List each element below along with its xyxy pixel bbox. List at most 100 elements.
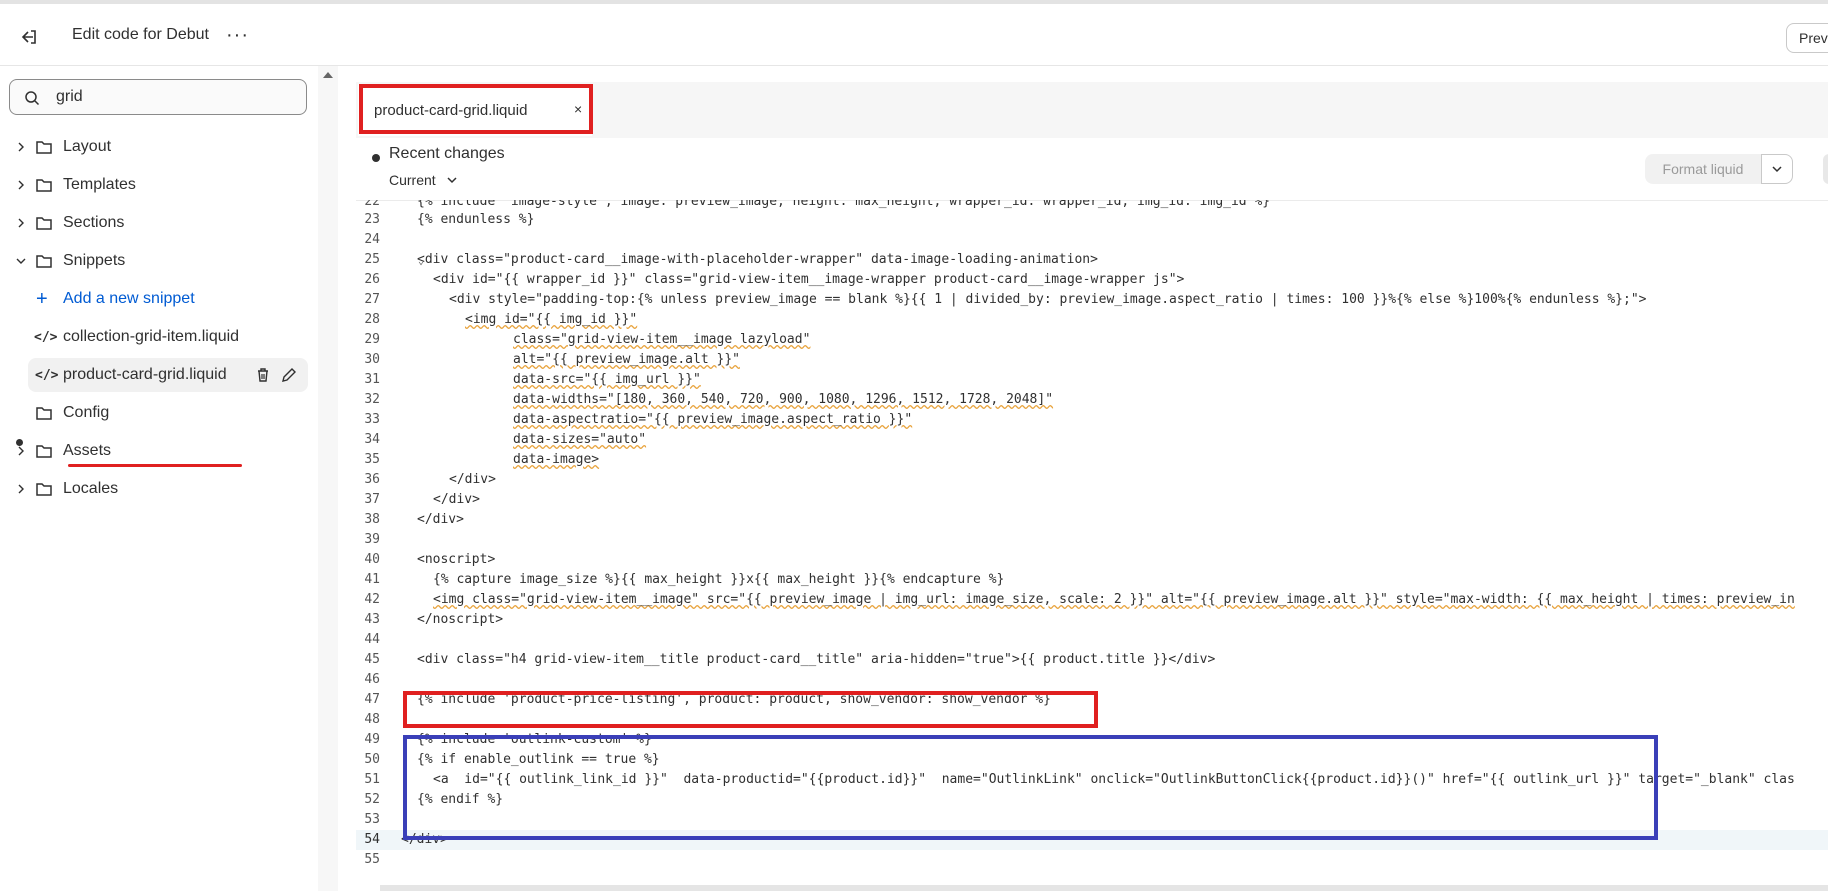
page-title: Edit code for Debut — [72, 26, 209, 43]
code-text: data-widths="[180, 360, 540, 720, 900, 1… — [513, 392, 1054, 407]
chevron-down-icon — [1772, 166, 1782, 173]
folder-icon — [36, 483, 52, 496]
chevron-right-icon — [18, 142, 24, 152]
code-file-icon: </> — [34, 329, 58, 345]
folder-config[interactable]: Config — [0, 396, 318, 430]
code-file-icon: </> — [35, 367, 59, 383]
code-text: </div> — [401, 832, 448, 847]
folder-templates[interactable]: Templates — [0, 168, 318, 202]
code-text: {% include 'outlink-custom' %} — [417, 732, 652, 747]
code-line: 33 data-aspectratio="{{ preview_image.asp… — [356, 410, 1828, 430]
code-text: <div class="h4 grid-view-item__title pro… — [417, 652, 1216, 667]
code-line: 32 data-widths="[180, 360, 540, 720, 900,… — [356, 390, 1828, 410]
code-line: 40 <noscript> — [356, 550, 1828, 570]
code-line: 30 alt="{{ preview_image.alt }}" — [356, 350, 1828, 370]
add-snippet-link[interactable]: + Add a new snippet — [0, 282, 318, 316]
top-bar: Edit code for Debut ··· Prev — [0, 0, 1828, 66]
code-line: 48 — [364, 712, 380, 727]
recent-changes-label: Recent changes — [389, 145, 505, 162]
preview-button[interactable]: Prev — [1786, 23, 1828, 53]
exit-icon — [21, 30, 36, 44]
folder-label: Templates — [63, 176, 136, 193]
side-panel-tab[interactable] — [1823, 154, 1828, 184]
file-sidebar: Layout Templates Sections Snippets + Add… — [0, 66, 319, 891]
code-text: {% include 'product-price-listing', prod… — [417, 692, 1051, 707]
chevron-right-icon — [18, 446, 24, 456]
code-line: 26 <div id="{{ wrapper_id }}" class="grid… — [356, 270, 1828, 290]
code-line: 44 — [364, 632, 380, 647]
code-text: <noscript> — [417, 552, 496, 567]
code-text: </div> — [417, 512, 464, 527]
code-text: {% capture image_size %}{{ max_height }}… — [433, 572, 1005, 587]
folder-icon — [36, 407, 52, 420]
code-text: <a id="{{ outlink_link_id }}" data-produ… — [433, 772, 1795, 787]
search-field[interactable] — [9, 79, 307, 115]
format-liquid-button[interactable]: Format liquid — [1645, 154, 1761, 184]
plus-icon: + — [36, 287, 48, 310]
code-text: data-src="{{ img_url }}" — [513, 372, 701, 387]
code-text: <div id="{{ wrapper_id }}" class="grid-v… — [433, 272, 1185, 287]
format-options-button[interactable] — [1761, 154, 1793, 184]
code-line: 51 <a id="{{ outlink_link_id }}" data-pro… — [356, 770, 1828, 790]
code-line: 45 <div class="h4 grid-view-item__title p… — [356, 650, 1828, 670]
code-text: {% if enable_outlink == true %} — [417, 752, 660, 767]
code-line: 23 {% endunless %} — [356, 210, 1828, 230]
code-line: 41 {% capture image_size %}{{ max_height … — [356, 570, 1828, 590]
code-line: 27 <div style="padding-top:{% unless prev… — [356, 290, 1828, 310]
folder-label: Sections — [63, 214, 125, 231]
code-line: 28 <img id="{{ img_id }}" — [356, 310, 1828, 330]
folder-label: Locales — [63, 480, 119, 497]
code-line: 50 {% if enable_outlink == true %} — [356, 750, 1828, 770]
delete-icon[interactable] — [254, 366, 272, 384]
code-line: 42 <img class="grid-view-item__image" src… — [356, 590, 1828, 610]
file-product-card-grid[interactable]: </> product-card-grid.liquid — [28, 358, 308, 392]
chevron-right-icon — [18, 218, 24, 228]
folder-icon — [36, 255, 52, 268]
search-icon — [25, 91, 40, 106]
more-actions-button[interactable]: ··· — [226, 24, 249, 47]
folder-label: Config — [63, 404, 110, 421]
unsaved-dot-icon — [372, 154, 380, 162]
chevron-right-icon — [18, 180, 24, 190]
exit-button[interactable] — [14, 22, 44, 52]
close-icon[interactable]: × — [574, 101, 582, 117]
code-line: 25 ⌄ <div class="product-card__image-with-… — [356, 250, 1828, 270]
search-input[interactable] — [54, 87, 288, 107]
code-line: 34 data-sizes="auto" — [356, 430, 1828, 450]
folder-locales[interactable]: Locales — [0, 472, 318, 506]
code-line: 39 — [364, 532, 380, 547]
code-text: alt="{{ preview_image.alt }}" — [513, 352, 740, 367]
vertical-scrollbar[interactable] — [318, 66, 338, 891]
code-line: 49 {% include 'outlink-custom' %} — [356, 730, 1828, 750]
file-label: collection-grid-item.liquid — [63, 328, 240, 345]
chevron-down-icon — [16, 258, 26, 264]
code-line: 35 data-image> — [356, 450, 1828, 470]
editor-tab-bar: product-card-grid.liquid × — [356, 82, 1828, 138]
code-line: 37 </div> — [356, 490, 1828, 510]
code-text: <div class="product-card__image-with-pla… — [417, 252, 1098, 267]
folder-icon — [36, 217, 52, 230]
add-snippet-label: Add a new snippet — [63, 290, 195, 307]
code-text: <img class="grid-view-item__image" src="… — [433, 592, 1795, 607]
code-line: 31 data-src="{{ img_url }}" — [356, 370, 1828, 390]
code-text: </div> — [433, 492, 480, 507]
code-line: 55 — [364, 852, 380, 867]
code-line: 47 {% include 'product-price-listing', pr… — [356, 690, 1828, 710]
folder-sections[interactable]: Sections — [0, 206, 318, 240]
folder-icon — [36, 445, 52, 458]
version-select[interactable]: Current — [389, 172, 458, 188]
tab-product-card-grid[interactable]: product-card-grid.liquid × — [358, 84, 592, 136]
folder-layout[interactable]: Layout — [0, 130, 318, 164]
folder-assets[interactable]: Assets — [0, 434, 318, 468]
code-line: 43 </noscript> — [356, 610, 1828, 630]
rename-icon[interactable] — [280, 366, 298, 384]
folder-icon — [36, 141, 52, 154]
code-line-current: 54 </div> — [356, 830, 1828, 850]
code-line: 52 {% endif %} — [356, 790, 1828, 810]
folder-label: Assets — [63, 442, 112, 459]
file-collection-grid-item[interactable]: </> collection-grid-item.liquid — [0, 320, 318, 354]
code-line: 36 </div> — [356, 470, 1828, 490]
horizontal-scrollbar[interactable] — [380, 885, 1828, 891]
folder-snippets[interactable]: Snippets — [0, 244, 318, 278]
code-editor[interactable]: 22 {% include 'image-style', image: previ… — [356, 200, 1828, 891]
